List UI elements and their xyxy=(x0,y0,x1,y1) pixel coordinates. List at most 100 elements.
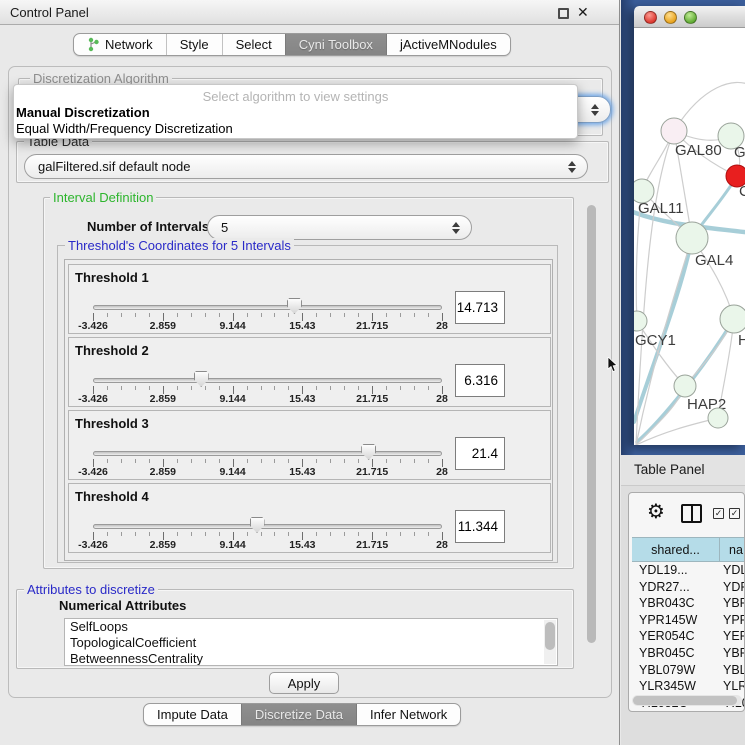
attribute-list-item[interactable]: BetweennessCentrality xyxy=(65,651,557,666)
network-node-gal80[interactable] xyxy=(661,118,687,144)
table-row[interactable]: YBL079WYBL0 xyxy=(632,662,745,679)
slider-thumb[interactable] xyxy=(250,517,265,533)
close-traffic-icon[interactable] xyxy=(644,11,657,24)
tab-infer-network[interactable]: Infer Network xyxy=(356,704,460,725)
slider-tick xyxy=(274,532,275,536)
combo-stepper-icon xyxy=(452,222,460,234)
table-cell: YLR345W xyxy=(632,678,720,695)
slider-tick-label: 21.715 xyxy=(356,393,388,405)
checkbox-icon[interactable]: ✓ xyxy=(729,508,740,519)
table-header-shared-name[interactable]: shared... xyxy=(632,538,720,561)
table-cell: YDR27... xyxy=(632,579,720,596)
table-cell: YBL0 xyxy=(720,662,745,679)
group-title: Threshold's Coordinates for 5 Intervals xyxy=(65,238,294,253)
slider-tick xyxy=(261,459,262,463)
combo-stepper-icon xyxy=(568,161,576,173)
node-attribute-table: shared...naYDL19...YDL1YDR27...YDR2YBR04… xyxy=(632,537,745,711)
slider-tick-label: 2.859 xyxy=(150,393,176,405)
threshold-value-field[interactable]: 11.344 xyxy=(455,510,505,543)
slider-tick-label: 9.144 xyxy=(219,466,245,478)
checkbox-icon[interactable]: ✓ xyxy=(713,508,724,519)
table-row[interactable]: YPR145WYPR1 xyxy=(632,612,745,629)
network-node-hap2[interactable] xyxy=(674,375,696,397)
slider-tick xyxy=(400,313,401,317)
table-data-combobox[interactable]: galFiltered.sif default node xyxy=(24,154,588,179)
table-row[interactable]: YDL19...YDL1 xyxy=(632,562,745,579)
slider-track[interactable] xyxy=(93,378,442,383)
slider-tick xyxy=(428,386,429,390)
numerical-attributes-list[interactable]: SelfLoopsTopologicalCoefficientBetweenne… xyxy=(64,618,558,666)
attribute-list-item[interactable]: SelfLoops xyxy=(65,619,557,635)
table-header-name[interactable]: na xyxy=(720,538,745,561)
table-row[interactable]: YBR043CYBR0 xyxy=(632,595,745,612)
slider-thumb[interactable] xyxy=(361,444,376,460)
panel-title: Control Panel xyxy=(10,5,89,20)
threshold-label: Threshold 1 xyxy=(75,270,149,285)
slider-tick xyxy=(219,532,220,536)
network-node[interactable] xyxy=(708,408,728,428)
slider-tick xyxy=(247,386,248,390)
slider-thumb[interactable] xyxy=(194,371,209,387)
slider-track[interactable] xyxy=(93,305,442,310)
slider-tick xyxy=(121,386,122,390)
network-canvas[interactable]: GAL80GACGAL11GAL4GCY1HHAP2 xyxy=(634,28,745,445)
minimize-traffic-icon[interactable] xyxy=(664,11,677,24)
network-node-h[interactable] xyxy=(720,305,745,333)
dropdown-item-manual-discretization[interactable]: Manual Discretization xyxy=(16,105,150,120)
attribute-list-scrollbar[interactable] xyxy=(544,620,556,664)
slider-thumb[interactable] xyxy=(287,298,302,314)
zoom-traffic-icon[interactable] xyxy=(684,11,697,24)
network-node-gcy1[interactable] xyxy=(634,311,647,331)
network-node-gal4[interactable] xyxy=(676,222,708,254)
table-horizontal-scrollbar[interactable] xyxy=(632,695,742,706)
slider-tick-label: 2.859 xyxy=(150,539,176,551)
threshold-value-field[interactable]: 21.4 xyxy=(455,437,505,470)
scrollbar-thumb[interactable] xyxy=(587,205,596,643)
slider-tick xyxy=(330,532,331,536)
slider-track[interactable] xyxy=(93,451,442,456)
tab-select[interactable]: Select xyxy=(222,34,285,55)
slider-tick xyxy=(191,532,192,536)
tab-cyni-toolbox[interactable]: Cyni Toolbox xyxy=(285,34,386,55)
column-layout-icon[interactable] xyxy=(681,504,702,523)
slider-tick xyxy=(191,459,192,463)
slider-tick xyxy=(107,459,108,463)
number-of-intervals-combobox[interactable]: 5 xyxy=(207,215,472,240)
table-row[interactable]: YLR345WYLR3 xyxy=(632,678,745,695)
slider-tick xyxy=(205,532,206,536)
tab-style[interactable]: Style xyxy=(166,34,222,55)
table-row[interactable]: YBR045CYBR0 xyxy=(632,645,745,662)
slider-track[interactable] xyxy=(93,524,442,529)
panel-scrollbar[interactable] xyxy=(585,189,598,663)
float-panel-icon[interactable] xyxy=(558,8,569,19)
network-edge[interactable] xyxy=(637,321,685,386)
gear-icon[interactable]: ⚙ xyxy=(647,499,665,523)
slider-tick xyxy=(288,313,289,317)
scrollbar-thumb[interactable] xyxy=(633,696,737,705)
network-desktop: GAL80GACGAL11GAL4GCY1HHAP2 xyxy=(621,0,745,456)
attribute-list-item[interactable]: TopologicalCoefficient xyxy=(65,635,557,651)
scrollbar-thumb[interactable] xyxy=(545,622,555,650)
table-row[interactable]: YDR27...YDR2 xyxy=(632,579,745,596)
dropdown-item-equal-width-frequency[interactable]: Equal Width/Frequency Discretization xyxy=(16,121,233,136)
slider-tick xyxy=(414,459,415,463)
slider-tick xyxy=(149,532,150,536)
table-cell: YDL19... xyxy=(632,562,720,579)
tab-jactivemnodules[interactable]: jActiveMNodules xyxy=(386,34,510,55)
slider-tick-label: 9.144 xyxy=(219,320,245,332)
apply-button[interactable]: Apply xyxy=(269,672,339,694)
slider-tick xyxy=(414,386,415,390)
tab-network[interactable]: Network xyxy=(74,34,166,55)
table-cell: YPR145W xyxy=(632,612,720,629)
slider-tick xyxy=(428,313,429,317)
slider-tick xyxy=(344,532,345,536)
table-row[interactable]: YER054CYER0 xyxy=(632,628,745,645)
threshold-row: Threshold 4-3.4262.8599.14415.4321.71528… xyxy=(68,483,551,553)
tab-discretize-data[interactable]: Discretize Data xyxy=(241,704,356,725)
table-cell: YBR0 xyxy=(720,595,745,612)
threshold-value-field[interactable]: 14.713 xyxy=(455,291,505,324)
threshold-value-field[interactable]: 6.316 xyxy=(455,364,505,397)
close-icon[interactable]: ✕ xyxy=(577,4,589,21)
tab-impute-data[interactable]: Impute Data xyxy=(144,704,241,725)
table-cell: YPR1 xyxy=(720,612,745,629)
